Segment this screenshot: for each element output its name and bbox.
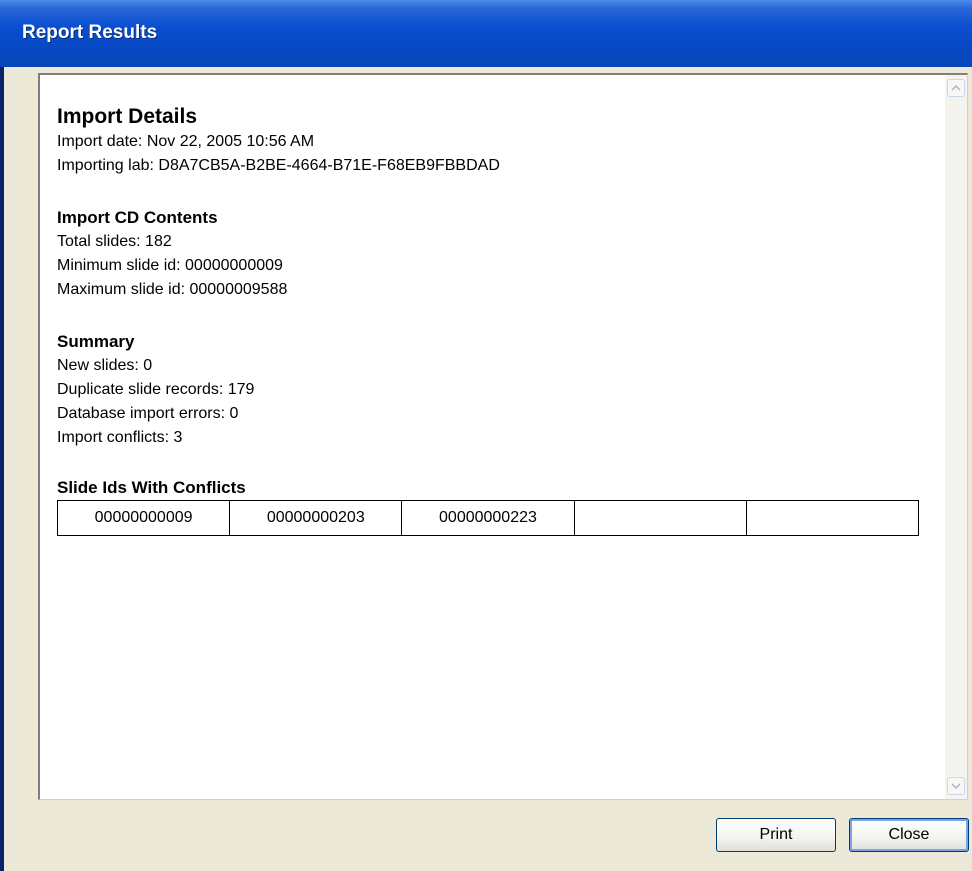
conflict-cell: 00000000009 — [56, 500, 231, 536]
database-import-errors: Database import errors: 0 — [57, 405, 239, 422]
cd-contents-heading: Import CD Contents — [57, 208, 218, 227]
importing-lab: Importing lab: D8A7CB5A-B2BE-4664-B71E-F… — [57, 157, 500, 174]
vertical-scrollbar[interactable] — [945, 75, 967, 799]
conflict-cell: 00000000203 — [229, 500, 403, 536]
import-date: Import date: Nov 22, 2005 10:56 AM — [57, 133, 315, 150]
print-button-label: Print — [759, 826, 793, 843]
minimum-slide-id: Minimum slide id: 00000000009 — [57, 257, 283, 274]
new-slides: New slides: 0 — [57, 357, 153, 374]
scroll-up-icon[interactable] — [947, 79, 965, 97]
conflicts-table: 00000000009 00000000203 00000000223 — [56, 500, 920, 536]
maximum-slide-id: Maximum slide id: 00000009588 — [57, 281, 288, 298]
report-results-window: Report Results Import Details Import dat… — [0, 0, 972, 871]
report-content: Import Details Import date: Nov 22, 2005… — [56, 103, 937, 536]
scroll-down-icon[interactable] — [947, 777, 965, 795]
import-details-heading: Import Details — [57, 105, 198, 128]
conflict-cell — [745, 500, 920, 536]
print-button[interactable]: Print — [716, 818, 836, 852]
conflict-cell: 00000000223 — [401, 500, 575, 536]
summary-heading: Summary — [57, 332, 135, 351]
title-bar[interactable]: Report Results — [0, 0, 972, 67]
conflict-cell — [573, 500, 747, 536]
table-row: 00000000009 00000000203 00000000223 — [56, 500, 920, 536]
close-button[interactable]: Close — [849, 818, 969, 852]
conflicts-table-heading: Slide Ids With Conflicts — [57, 478, 246, 497]
duplicate-slide-records: Duplicate slide records: 179 — [57, 381, 255, 398]
total-slides: Total slides: 182 — [57, 233, 172, 250]
report-viewer[interactable]: Import Details Import date: Nov 22, 2005… — [38, 73, 968, 800]
window-title: Report Results — [22, 22, 158, 43]
import-conflicts: Import conflicts: 3 — [57, 429, 183, 446]
close-button-label: Close — [888, 826, 930, 843]
